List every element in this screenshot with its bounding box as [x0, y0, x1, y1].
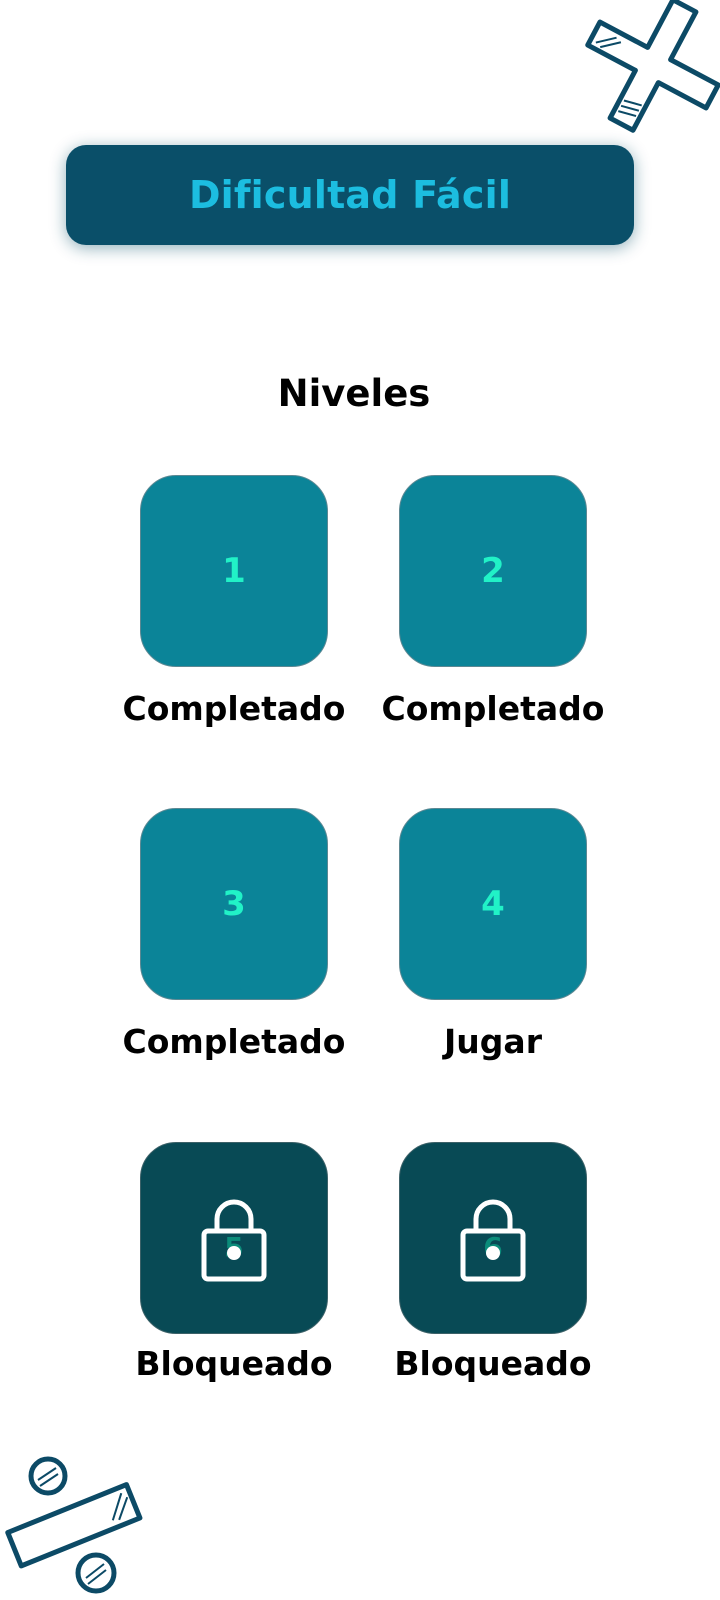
level-number: 4	[481, 884, 505, 924]
level-item-1: 1 Completado	[123, 475, 345, 728]
level-status: Bloqueado	[394, 1344, 592, 1383]
level-status: Bloqueado	[135, 1344, 333, 1383]
lock-icon	[201, 1199, 267, 1282]
level-button-3[interactable]: 3	[140, 808, 328, 1000]
divide-sign-icon	[5, 1456, 143, 1594]
level-button-1[interactable]: 1	[140, 475, 328, 667]
level-number: 1	[222, 551, 246, 591]
lock-badge: 5	[199, 1193, 269, 1283]
multiply-sign-icon	[585, 0, 720, 133]
difficulty-banner: Dificultad Fácil	[66, 145, 634, 245]
level-button-6[interactable]: 6	[399, 1142, 587, 1334]
levels-heading: Niveles	[277, 372, 431, 415]
level-item-6: 6 Bloqueado	[394, 1142, 592, 1383]
level-button-5[interactable]: 5	[140, 1142, 328, 1334]
lock-icon	[460, 1199, 526, 1282]
level-button-4[interactable]: 4	[399, 808, 587, 1000]
level-item-2: 2 Completado	[382, 475, 604, 728]
level-status: Completado	[122, 1022, 346, 1061]
level-item-4: 4 Jugar	[399, 808, 587, 1061]
level-number: 2	[481, 551, 505, 591]
level-status: Completado	[381, 689, 605, 728]
lock-badge: 6	[458, 1193, 528, 1283]
level-button-2[interactable]: 2	[399, 475, 587, 667]
difficulty-title: Dificultad Fácil	[188, 173, 512, 217]
level-number: 3	[222, 884, 246, 924]
level-status: Completado	[122, 689, 346, 728]
level-item-3: 3 Completado	[123, 808, 345, 1061]
level-status: Jugar	[444, 1022, 542, 1061]
level-item-5: 5 Bloqueado	[135, 1142, 333, 1383]
